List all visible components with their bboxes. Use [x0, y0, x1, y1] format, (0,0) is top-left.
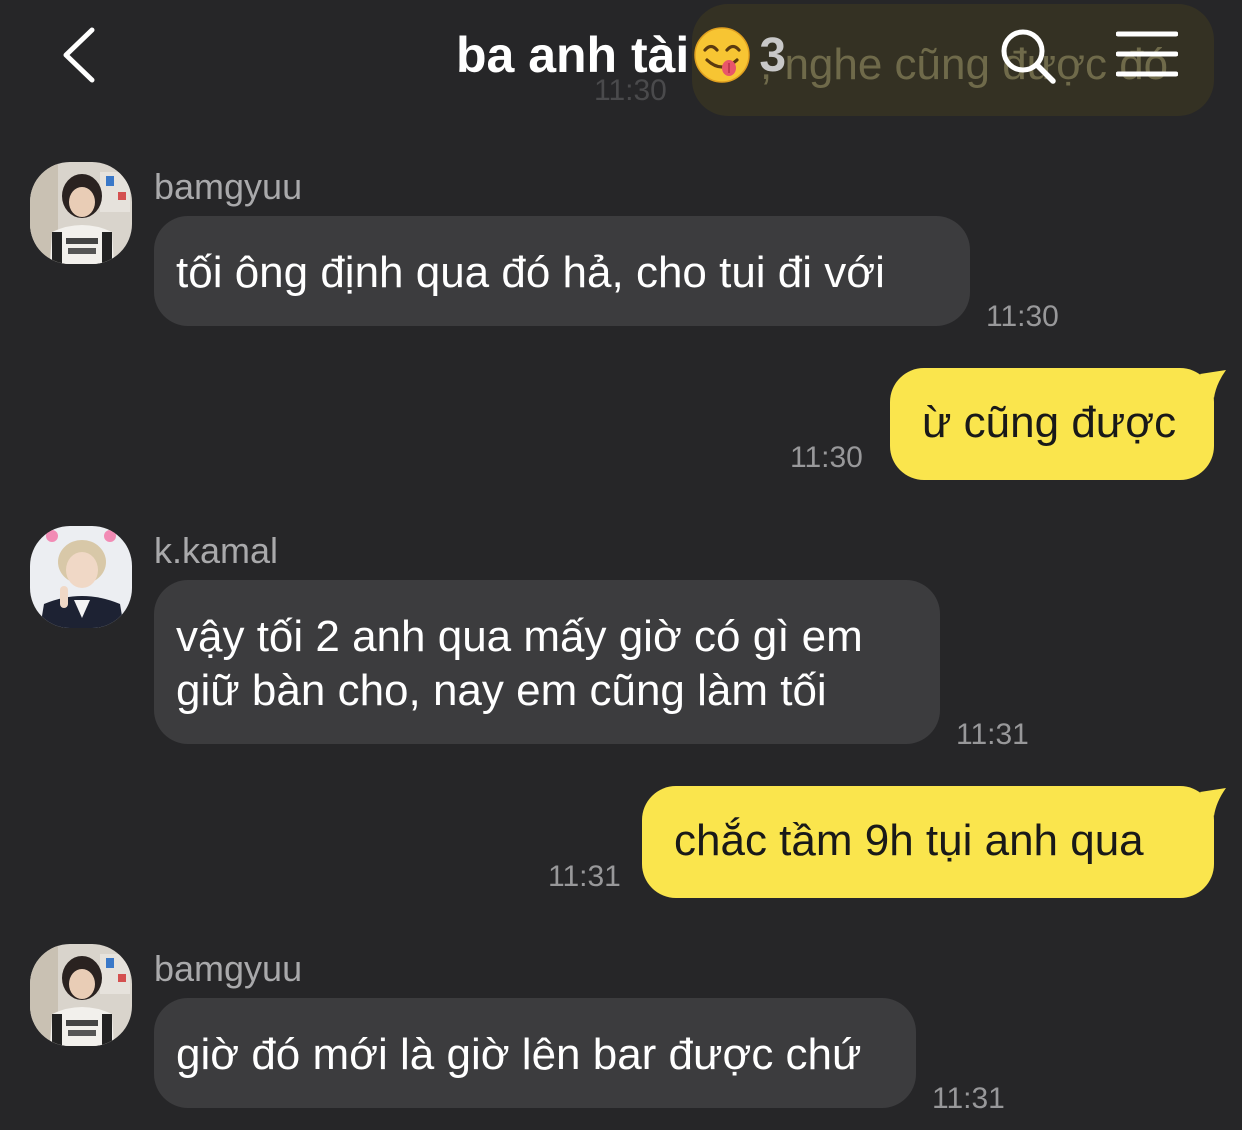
profile-photo-icon: [30, 944, 132, 1046]
message-text-line: vậy tối 2 anh qua mấy giờ có gì em: [176, 612, 863, 661]
outgoing-message-bubble[interactable]: ừ cũng được: [890, 368, 1214, 480]
message-text: chắc tầm 9h tụi anh qua: [674, 816, 1144, 865]
chat-header: , nghe cũng được đó 11:30 ba anh tài 3: [0, 0, 1242, 120]
incoming-message-bubble[interactable]: tối ông định qua đó hả, cho tui đi với: [154, 216, 970, 326]
sender-name: k.kamal: [154, 530, 279, 571]
sender-name: bamgyuu: [154, 166, 303, 207]
avatar-bamgyuu[interactable]: [30, 944, 132, 1046]
message-text: tối ông định qua đó hả, cho tui đi với: [176, 248, 885, 297]
message-timestamp: 11:31: [548, 860, 621, 893]
member-count: 3: [759, 28, 787, 82]
hamburger-menu-icon[interactable]: [1116, 30, 1178, 78]
message-timestamp: 11:31: [932, 1082, 1005, 1115]
bubble-tail-icon: [1200, 788, 1226, 816]
message-text: giờ đó mới là giờ lên bar được chứ: [176, 1030, 862, 1079]
avatar-k-kamal[interactable]: [30, 526, 132, 628]
profile-photo-icon: [30, 162, 132, 264]
message-text-line: giữ bàn cho, nay em cũng làm tối: [176, 666, 827, 715]
avatar-bamgyuu[interactable]: [30, 162, 132, 264]
chat-title: ba anh tài: [455, 27, 690, 83]
outgoing-message-bubble[interactable]: chắc tầm 9h tụi anh qua: [642, 786, 1214, 898]
message-text: ừ cũng được: [922, 398, 1177, 447]
chat-screen: , nghe cũng được đó 11:30 ba anh tài 3 b…: [0, 0, 1242, 1130]
message-timestamp: 11:31: [956, 718, 1029, 751]
search-icon[interactable]: [998, 26, 1058, 86]
yum-face-emoji-icon: [694, 27, 751, 83]
incoming-message-bubble[interactable]: giờ đó mới là giờ lên bar được chứ: [154, 998, 916, 1108]
message-timestamp: 11:30: [790, 441, 863, 474]
bubble-tail-icon: [1200, 370, 1226, 398]
message-timestamp: 11:30: [986, 300, 1059, 333]
profile-photo-icon: [30, 526, 132, 628]
sender-name: bamgyuu: [154, 948, 303, 989]
incoming-message-bubble[interactable]: vậy tối 2 anh qua mấy giờ có gì em giữ b…: [154, 580, 940, 744]
